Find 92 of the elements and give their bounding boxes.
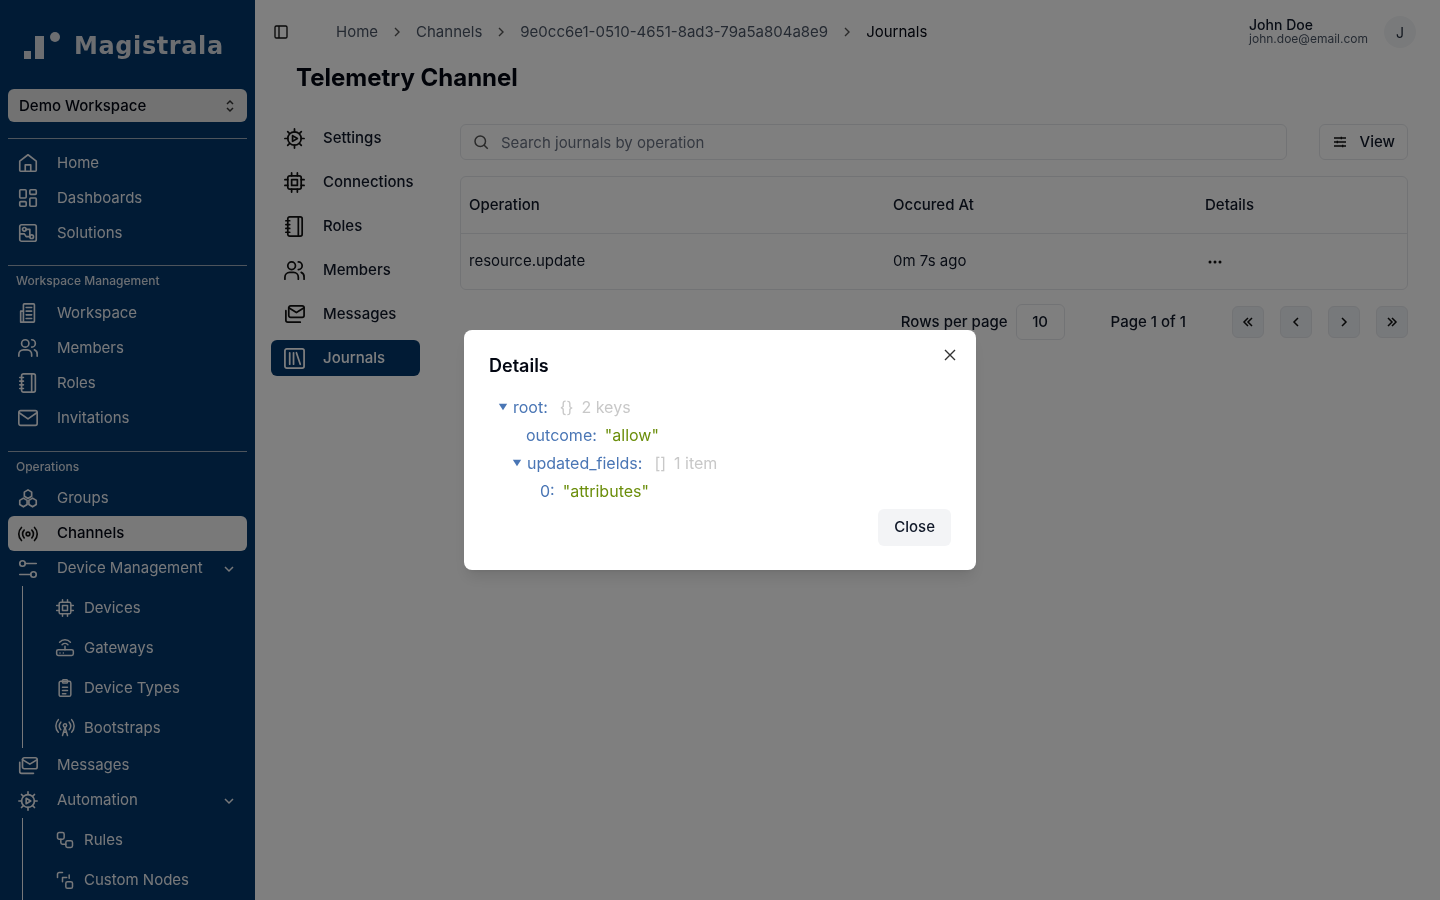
search-field[interactable]: Search journals by operation [460,124,1287,160]
search-icon [472,133,490,151]
json-bracket: [] [654,452,667,475]
logo-icon [24,30,62,61]
mail-stack-icon [17,754,39,777]
boxes-icon [17,487,39,510]
next-page-button[interactable] [1328,306,1360,338]
mail-stack-icon [283,302,306,326]
sidebar-toggle-icon[interactable] [273,24,289,40]
sidebar-item[interactable]: Home [8,145,247,181]
workflow-icon [55,830,75,851]
users-icon [17,337,39,360]
notebook-icon [17,372,39,395]
sidebar-item[interactable]: Members [8,330,247,366]
sidebar-item[interactable]: Device Types [23,668,247,709]
user-avatar[interactable]: J [1384,16,1416,48]
chip-icon [283,170,306,194]
sidebar-item[interactable]: Channels [8,516,247,552]
close-icon[interactable] [944,349,956,361]
json-value: "allow" [604,424,659,447]
json-bracket: {} [559,396,574,419]
sidebar-item[interactable]: Rules [23,820,247,861]
notebook-icon [283,214,306,238]
column-header: Details [1204,193,1255,216]
sidebar-item[interactable]: Devices [23,588,247,629]
brand-name: Magistrala [74,30,224,62]
sidebar-item[interactable]: Gateways [23,628,247,669]
sidebar-item[interactable]: Bootstraps [23,708,247,749]
rows-per-page-select[interactable]: 10 [1015,304,1065,340]
sliders-icon [17,557,39,580]
more-icon[interactable] [1208,259,1222,264]
close-button[interactable]: Close [878,509,951,546]
expand-toggle-icon[interactable] [512,458,522,468]
last-page-button[interactable] [1376,306,1408,338]
clipboard-icon [55,678,75,699]
sidebar-item[interactable]: Workspace [8,295,247,331]
sidebar-item[interactable]: Roles [8,365,247,401]
page-indicator: Page 1 of 1 [1110,310,1186,333]
previous-page-button[interactable] [1280,306,1312,338]
json-key: updated_fields: [527,451,643,475]
tab[interactable]: Settings [271,120,420,156]
view-button[interactable]: View [1318,124,1408,160]
expand-toggle-icon[interactable] [498,402,508,412]
sidebar-item[interactable]: Automation [8,783,247,819]
gear-icon [283,126,306,150]
users-icon [283,258,306,282]
antenna-icon [55,718,75,739]
first-page-button[interactable] [1232,306,1264,338]
sliders-icon [1331,134,1348,150]
section-label: Operations [15,457,81,476]
double-chevron-left-icon [1241,315,1255,329]
circuit-board-icon [17,221,39,244]
table-cell-text: resource.update [468,250,587,273]
chip-icon [55,598,75,619]
column-header: Occured At [892,193,975,216]
tab[interactable]: Roles [271,208,420,244]
tab[interactable]: Connections [271,164,420,200]
json-key: outcome: [526,423,597,447]
json-key: 0: [540,479,555,503]
tab[interactable]: Members [271,252,420,288]
library-icon [283,346,306,370]
gear-icon [17,789,39,812]
workspace-select[interactable]: Demo Workspace [8,89,247,123]
sidebar-item[interactable]: Custom Nodes [23,860,247,900]
breadcrumb-link[interactable]: 9e0cc6e1-0510-4651-8ad3-79a5a804a8e9 [520,20,829,44]
tab[interactable]: Journals [271,340,420,376]
sidebar-item[interactable]: Dashboards [8,180,247,216]
router-icon [55,638,75,659]
sidebar-item[interactable]: Groups [8,481,247,517]
breadcrumb-link[interactable]: Channels [416,20,483,44]
section-label: Workspace Management [15,272,161,291]
breadcrumb-current: Journals [866,20,928,43]
grid-icon [17,186,39,209]
chevrons-icon [224,98,236,113]
column-header: Operation [468,193,541,216]
json-key: root: [513,395,548,419]
rows-per-page-label: Rows per page [900,310,1008,333]
sidebar-item[interactable]: Device Management [8,551,247,587]
double-chevron-right-icon [1385,315,1399,329]
json-value: "attributes" [562,480,649,503]
tab[interactable]: Messages [271,296,420,332]
sidebar-item[interactable]: Invitations [8,400,247,436]
nodes-icon [55,870,75,891]
user-email: john.doe@email.com [1249,32,1368,46]
sidebar-item[interactable]: Messages [8,748,247,784]
home-icon [17,151,39,174]
user-name: John Doe [1249,18,1314,32]
table-cell-text: 0m 7s ago [892,250,968,273]
breadcrumb-link[interactable]: Home [336,20,379,44]
dialog-title: Details [489,354,550,378]
page-title: Telemetry Channel [296,62,519,94]
sidebar-item[interactable]: Solutions [8,215,247,251]
